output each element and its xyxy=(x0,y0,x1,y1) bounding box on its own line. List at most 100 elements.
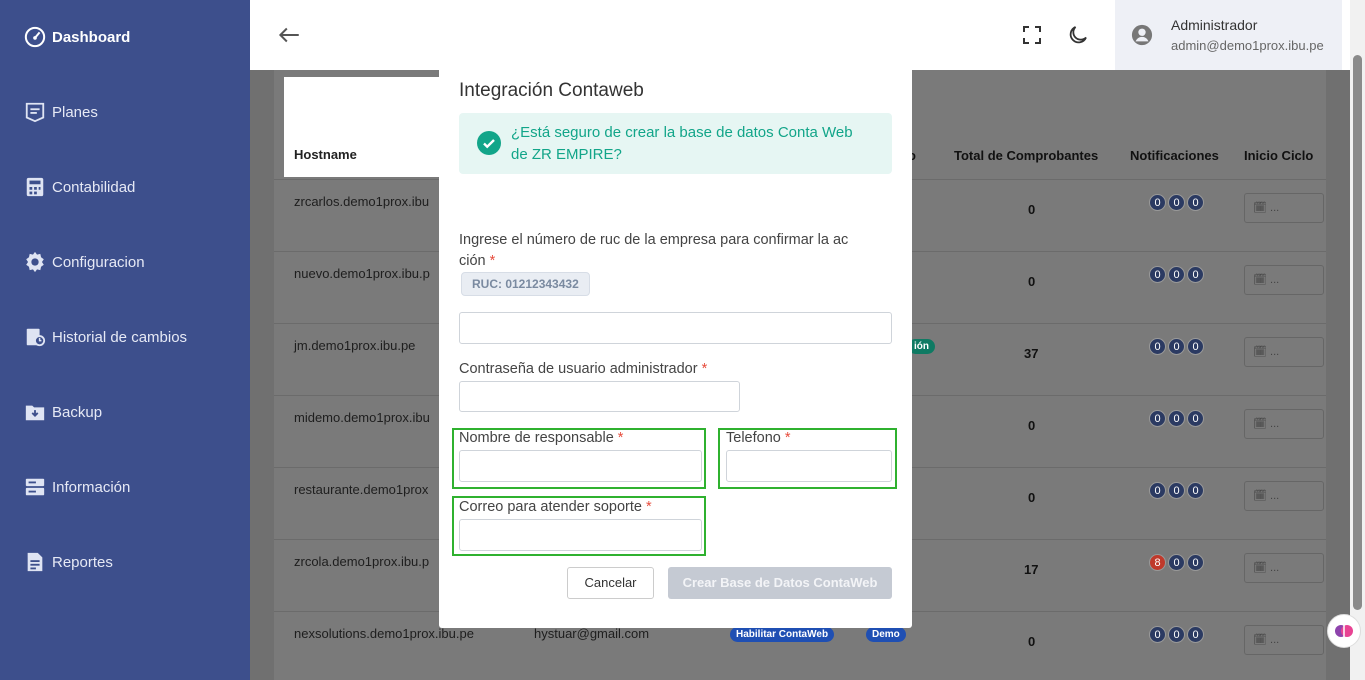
badge: 0 xyxy=(1187,554,1204,571)
contaweb-integration-modal: Integración Contaweb ¿Está seguro de cre… xyxy=(439,59,912,628)
sidebar-item-label: Dashboard xyxy=(52,28,131,46)
notification-badges: 000 xyxy=(1149,626,1204,643)
table-cell-total: 0 xyxy=(1028,202,1036,217)
badge: 0 xyxy=(1149,266,1166,283)
sidebar-item-backup[interactable]: Backup xyxy=(24,399,102,425)
sidebar-item-label: Contabilidad xyxy=(52,178,136,196)
fullscreen-icon[interactable] xyxy=(1020,23,1044,47)
ruc-badge: RUC: 01212343432 xyxy=(461,272,590,296)
user-avatar-icon xyxy=(1131,24,1153,46)
correo-label: Correo para atender soporte * xyxy=(459,499,652,515)
sidebar-item-label: Planes xyxy=(52,103,98,121)
column-header-total: Total de Comprobantes xyxy=(954,148,1099,163)
date-input[interactable]: 🗓 ... xyxy=(1244,625,1324,655)
column-header-inicio: Inicio Ciclo xyxy=(1244,148,1314,163)
badge: 0 xyxy=(1187,482,1204,499)
user-email: admin@demo1prox.ibu.pe xyxy=(1171,38,1324,53)
assistant-brain-icon[interactable] xyxy=(1327,614,1361,648)
column-header-notificaciones: Notificaciones xyxy=(1130,148,1219,163)
sidebar-item-historial[interactable]: Historial de cambios xyxy=(24,324,187,350)
sidebar-item-informacion[interactable]: Información xyxy=(24,474,130,500)
history-icon xyxy=(26,328,46,347)
sidebar-item-label: Información xyxy=(52,478,131,496)
password-input[interactable] xyxy=(459,381,740,412)
notification-badges: 800 xyxy=(1149,554,1204,571)
enable-contaweb-pill[interactable]: Habilitar ContaWeb xyxy=(730,627,835,642)
document-icon xyxy=(27,552,43,572)
badge: 0 xyxy=(1168,626,1185,643)
table-cell-host: midemo.demo1prox.ibu xyxy=(294,410,430,425)
column-header-hostname: Hostname xyxy=(294,147,357,162)
date-input[interactable]: 🗓 ... xyxy=(1244,481,1324,511)
correo-input[interactable] xyxy=(459,519,702,551)
sidebar-item-reportes[interactable]: Reportes xyxy=(24,549,113,575)
confirmation-alert: ¿Está seguro de crear la base de datos C… xyxy=(459,113,892,174)
create-database-button[interactable]: Crear Base de Datos ContaWeb xyxy=(668,567,892,599)
badge: 0 xyxy=(1168,482,1185,499)
table-cell-total: 0 xyxy=(1028,418,1036,433)
sidebar-item-dashboard[interactable]: Dashboard xyxy=(24,24,130,50)
alert-text: ¿Está seguro de crear la base de datos C… xyxy=(511,124,853,163)
speedometer-icon xyxy=(24,26,46,48)
password-label: Contraseña de usuario administrador * xyxy=(459,361,708,377)
badge: 0 xyxy=(1168,338,1185,355)
badge: 0 xyxy=(1168,410,1185,427)
date-input[interactable]: 🗓 ... xyxy=(1244,337,1324,367)
badge: 0 xyxy=(1149,410,1166,427)
table-cell-total: 0 xyxy=(1028,274,1036,289)
sidebar-item-configuracion[interactable]: Configuracion xyxy=(24,249,145,275)
notification-badges: 000 xyxy=(1149,482,1204,499)
demo-pill: Demo xyxy=(866,627,906,642)
badge: 0 xyxy=(1168,554,1185,571)
badge: 0 xyxy=(1149,626,1166,643)
table-cell-total: 0 xyxy=(1028,490,1036,505)
moon-icon[interactable] xyxy=(1066,23,1090,47)
folder-download-icon xyxy=(25,405,45,421)
notification-badges: 000 xyxy=(1149,266,1204,283)
table-cell-host: zrcola.demo1prox.ibu.p xyxy=(294,554,430,569)
user-name: Administrador xyxy=(1171,17,1258,33)
badge: 0 xyxy=(1187,266,1204,283)
back-arrow-icon[interactable] xyxy=(276,22,302,48)
badge: 0 xyxy=(1187,338,1204,355)
sidebar-item-planes[interactable]: Planes xyxy=(24,99,98,125)
table-cell-host: restaurante.demo1prox xyxy=(294,482,429,497)
sidebar-item-contabilidad[interactable]: Contabilidad xyxy=(24,174,135,200)
table-cell-host: zrcarlos.demo1prox.ibu xyxy=(294,194,430,209)
sidebar-item-label: Backup xyxy=(52,403,103,421)
table-cell-total: 17 xyxy=(1024,562,1039,577)
scrollbar-thumb[interactable] xyxy=(1353,55,1362,610)
notification-badges: 000 xyxy=(1149,338,1204,355)
ruc-label: Ingrese el número de ruc de la empresa p… xyxy=(459,232,849,269)
badge: 0 xyxy=(1187,626,1204,643)
badge: 0 xyxy=(1149,338,1166,355)
telefono-input[interactable] xyxy=(726,450,892,482)
sidebar-item-label: Historial de cambios xyxy=(52,328,188,346)
date-input[interactable]: 🗓 ... xyxy=(1244,409,1324,439)
status-pill: ión xyxy=(908,339,935,354)
table-cell-host: jm.demo1prox.ibu.pe xyxy=(294,338,416,353)
user-menu[interactable]: Administrador admin@demo1prox.ibu.pe xyxy=(1115,0,1342,70)
badge: 0 xyxy=(1149,482,1166,499)
date-input[interactable]: 🗓 ... xyxy=(1244,553,1324,583)
badge: 0 xyxy=(1149,194,1166,211)
badge: 0 xyxy=(1168,266,1185,283)
responsable-label: Nombre de responsable * xyxy=(459,430,624,446)
table-cell-host: nexsolutions.demo1prox.ibu.pe xyxy=(294,626,474,641)
table-cell-email: hystuar@gmail.com xyxy=(534,626,650,641)
cancel-button[interactable]: Cancelar xyxy=(567,567,654,599)
server-icon xyxy=(25,478,45,496)
hostname-header-cell: Hostname xyxy=(284,77,442,177)
table-cell-total: 37 xyxy=(1024,346,1039,361)
badge: 0 xyxy=(1187,410,1204,427)
page-scrollbar[interactable] xyxy=(1350,0,1365,680)
responsable-input[interactable] xyxy=(459,450,702,482)
notification-badges: 000 xyxy=(1149,410,1204,427)
badge: 0 xyxy=(1168,194,1185,211)
date-input[interactable]: 🗓 ... xyxy=(1244,193,1324,223)
check-circle-icon xyxy=(477,131,501,155)
ruc-input[interactable] xyxy=(459,312,892,344)
badge: 8 xyxy=(1149,554,1166,571)
date-input[interactable]: 🗓 ... xyxy=(1244,265,1324,295)
table-cell-host: nuevo.demo1prox.ibu.p xyxy=(294,266,430,281)
